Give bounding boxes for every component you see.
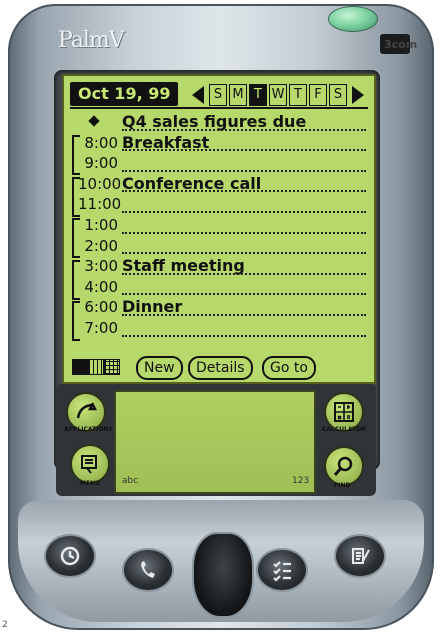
date-book-icon (60, 546, 80, 566)
untimed-event-row[interactable]: Q4 sales figures due (64, 112, 374, 133)
day-view-icon[interactable] (72, 359, 88, 375)
memo-icon (352, 548, 370, 564)
header-divider (70, 107, 368, 109)
day-mon[interactable]: M (229, 84, 247, 106)
day-sun[interactable]: S (209, 84, 227, 106)
stray-digit: 2 (2, 620, 8, 630)
num-label: 123 (292, 476, 310, 486)
bottom-command-bar: New Details Go to (70, 356, 370, 380)
event-list: Q4 sales figures due 8:00 Breakfast 9:00… (64, 112, 374, 341)
day-thu[interactable]: T (289, 84, 307, 106)
event-time: 7:00 (84, 318, 118, 337)
abc-label: abc (122, 476, 139, 486)
address-button[interactable] (122, 548, 174, 592)
event-duration-bracket (72, 260, 80, 300)
event-time: 8:00 (84, 133, 118, 152)
event-duration-bracket (72, 135, 80, 175)
palm-device: PalmV 3com Oct 19, 99 S M T W T F S Q4 s… (0, 0, 442, 634)
row-dotted-line (122, 252, 366, 255)
row-dotted-line (122, 210, 366, 213)
event-row[interactable]: 4:00 (64, 277, 374, 298)
phone-icon (141, 561, 155, 578)
event-time: 10:00 (78, 174, 122, 193)
event-time: 3:00 (84, 257, 118, 276)
menu-label: MENU (80, 480, 100, 487)
event-row[interactable]: 8:00 Breakfast (64, 133, 374, 154)
menu-silk-icon[interactable] (70, 444, 110, 484)
new-button[interactable]: New (136, 356, 183, 380)
event-row[interactable]: 1:00 (64, 215, 374, 236)
power-button[interactable] (328, 6, 378, 32)
goto-button[interactable]: Go to (262, 356, 316, 380)
scroll-button[interactable] (192, 532, 254, 618)
view-toggle (72, 359, 120, 375)
find-label: FIND (334, 482, 351, 489)
row-dotted-line (122, 334, 366, 337)
todo-button[interactable] (256, 548, 308, 592)
event-time: 11:00 (78, 195, 122, 214)
event-duration-bracket (72, 177, 80, 217)
calculator-label: CALCULATOR (322, 426, 366, 433)
datebook-screen: Oct 19, 99 S M T W T F S Q4 sales figure… (62, 74, 376, 384)
row-dotted-line (122, 169, 366, 172)
applications-label: APPLICATIONS (64, 426, 113, 433)
row-dotted-line (122, 231, 366, 234)
graffiti-writing-area[interactable]: abc 123 (114, 390, 316, 494)
event-time: 2:00 (84, 236, 118, 255)
next-week-arrow-icon[interactable] (352, 86, 364, 104)
date-title[interactable]: Oct 19, 99 (70, 82, 179, 106)
untimed-event-diamond-icon (88, 115, 100, 127)
event-duration-bracket (72, 301, 80, 341)
day-tue-selected[interactable]: T (249, 84, 267, 106)
event-time: 1:00 (84, 215, 118, 234)
event-text: Breakfast (122, 132, 210, 152)
event-row[interactable]: 2:00 (64, 236, 374, 257)
untimed-event-text: Q4 sales figures due (122, 112, 307, 131)
event-text: Dinner (122, 297, 183, 317)
event-text: Conference call (122, 173, 262, 193)
previous-week-arrow-icon[interactable] (192, 86, 204, 104)
event-row[interactable]: 9:00 (64, 153, 374, 174)
event-text: Staff meeting (122, 256, 245, 276)
find-silk-icon[interactable] (324, 446, 364, 486)
event-row[interactable]: 6:00 Dinner (64, 297, 374, 318)
event-time: 4:00 (84, 277, 118, 296)
event-time: 9:00 (84, 154, 118, 173)
date-book-button[interactable] (44, 534, 96, 578)
month-view-icon[interactable] (104, 359, 120, 375)
row-dotted-line (122, 293, 366, 296)
details-button[interactable]: Details (188, 356, 253, 380)
brand-logo: PalmV (58, 28, 125, 53)
event-row[interactable]: 7:00 (64, 318, 374, 339)
event-row[interactable]: 10:00 Conference call (64, 174, 374, 195)
week-view-icon[interactable] (88, 359, 104, 375)
day-sat[interactable]: S (329, 84, 347, 106)
event-duration-bracket (72, 218, 80, 258)
memo-button[interactable] (334, 534, 386, 578)
event-row[interactable]: 11:00 (64, 194, 374, 215)
event-time: 6:00 (84, 298, 118, 317)
day-wed[interactable]: W (269, 84, 287, 106)
todo-icon (273, 561, 291, 582)
week-selector: S M T W T F S (192, 84, 364, 106)
day-fri[interactable]: F (309, 84, 327, 106)
corner-mark: 3com (384, 38, 418, 51)
event-row[interactable]: 3:00 Staff meeting (64, 256, 374, 277)
